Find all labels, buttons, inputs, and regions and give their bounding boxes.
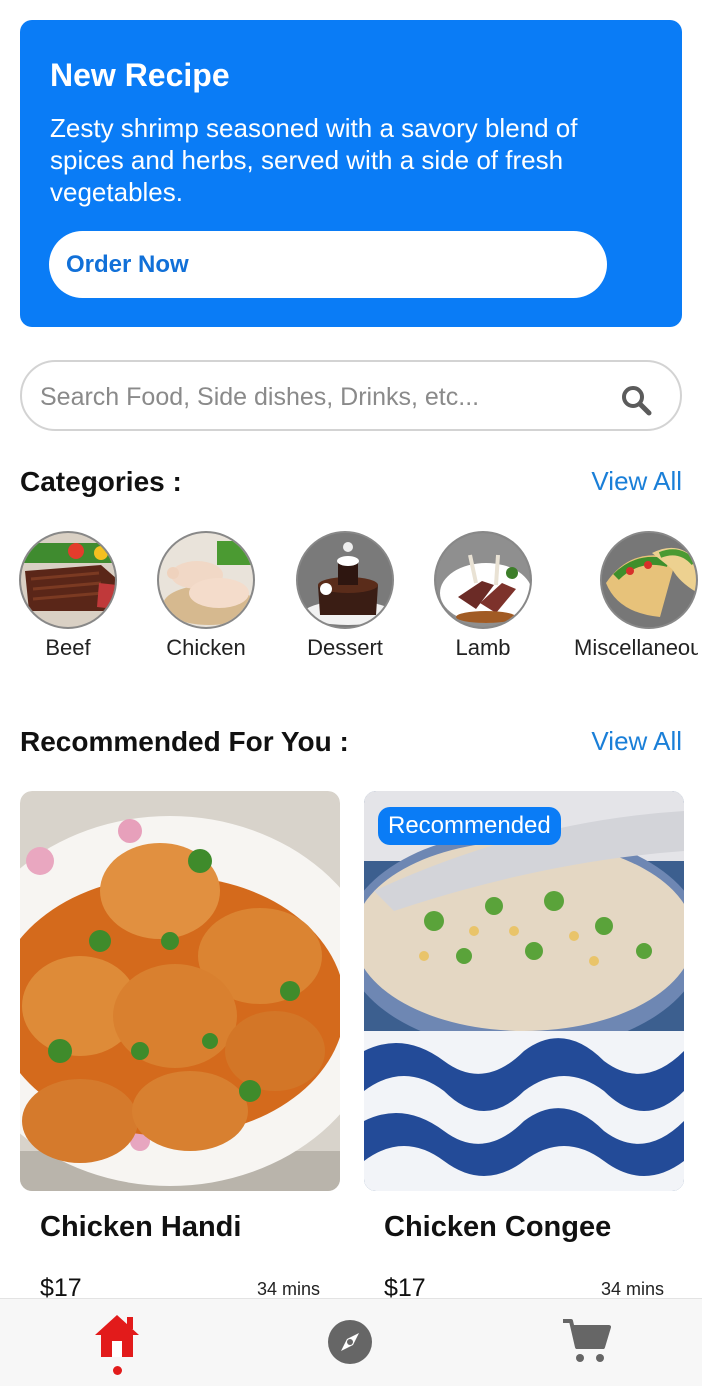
recipe-time: 34 mins xyxy=(600,1279,664,1299)
recipe-price: $17 xyxy=(384,1274,426,1301)
categories-title: Categories : xyxy=(20,466,182,497)
cart-icon[interactable] xyxy=(561,1317,611,1365)
beef-image xyxy=(19,531,117,629)
dessert-image xyxy=(296,531,394,629)
category-lamb[interactable]: Lamb xyxy=(413,531,553,661)
bottom-navigation xyxy=(0,1298,702,1386)
banner-description: Zesty shrimp seasoned with a savory blen… xyxy=(50,113,578,207)
promo-banner: New Recipe Zesty shrimp seasoned with a … xyxy=(20,20,682,327)
lamb-image xyxy=(434,531,532,629)
active-indicator xyxy=(112,1366,122,1375)
category-label: Lamb xyxy=(455,635,511,660)
order-now-button[interactable]: Order Now xyxy=(49,231,607,298)
category-chicken[interactable]: Chicken xyxy=(136,531,276,661)
category-label: Chicken xyxy=(166,635,246,660)
search-bar[interactable] xyxy=(20,360,682,431)
category-label: Beef xyxy=(45,635,91,660)
search-input[interactable] xyxy=(38,376,602,418)
category-label: Miscellaneous xyxy=(574,635,698,660)
chicken-congee-image: Recommended xyxy=(364,791,684,1191)
recipe-price: $17 xyxy=(40,1274,82,1301)
category-dessert[interactable]: Dessert xyxy=(275,531,415,661)
categories-view-all-link[interactable]: View All xyxy=(591,466,682,497)
chicken-handi-image xyxy=(20,791,340,1191)
recipe-name: Chicken Congee xyxy=(384,1211,612,1243)
recipe-card[interactable]: Recommended Chicken Congee $17 34 mins xyxy=(364,791,684,1301)
home-icon[interactable] xyxy=(93,1313,141,1359)
recipe-name: Chicken Handi xyxy=(40,1211,242,1243)
category-miscellaneous[interactable]: Miscellaneous xyxy=(558,531,702,661)
recipe-time: 34 mins xyxy=(256,1279,320,1299)
nav-explore[interactable] xyxy=(320,1313,380,1373)
recommended-badge: Recommended xyxy=(378,807,561,845)
search-icon[interactable] xyxy=(620,384,652,416)
nav-cart[interactable] xyxy=(556,1313,616,1373)
nav-home[interactable] xyxy=(87,1313,147,1375)
recipe-card[interactable]: Chicken Handi $17 34 mins xyxy=(20,791,340,1301)
category-label: Dessert xyxy=(307,635,383,660)
recommended-title: Recommended For You : xyxy=(20,726,349,757)
banner-title: New Recipe xyxy=(50,57,230,93)
category-beef[interactable]: Beef xyxy=(0,531,138,661)
tacos-image xyxy=(600,531,698,629)
recommended-view-all-link[interactable]: View All xyxy=(591,726,682,757)
compass-icon[interactable] xyxy=(326,1318,374,1366)
chicken-image xyxy=(157,531,255,629)
category-list: Beef Chicken Dessert Lamb Miscellaneou xyxy=(0,531,702,671)
